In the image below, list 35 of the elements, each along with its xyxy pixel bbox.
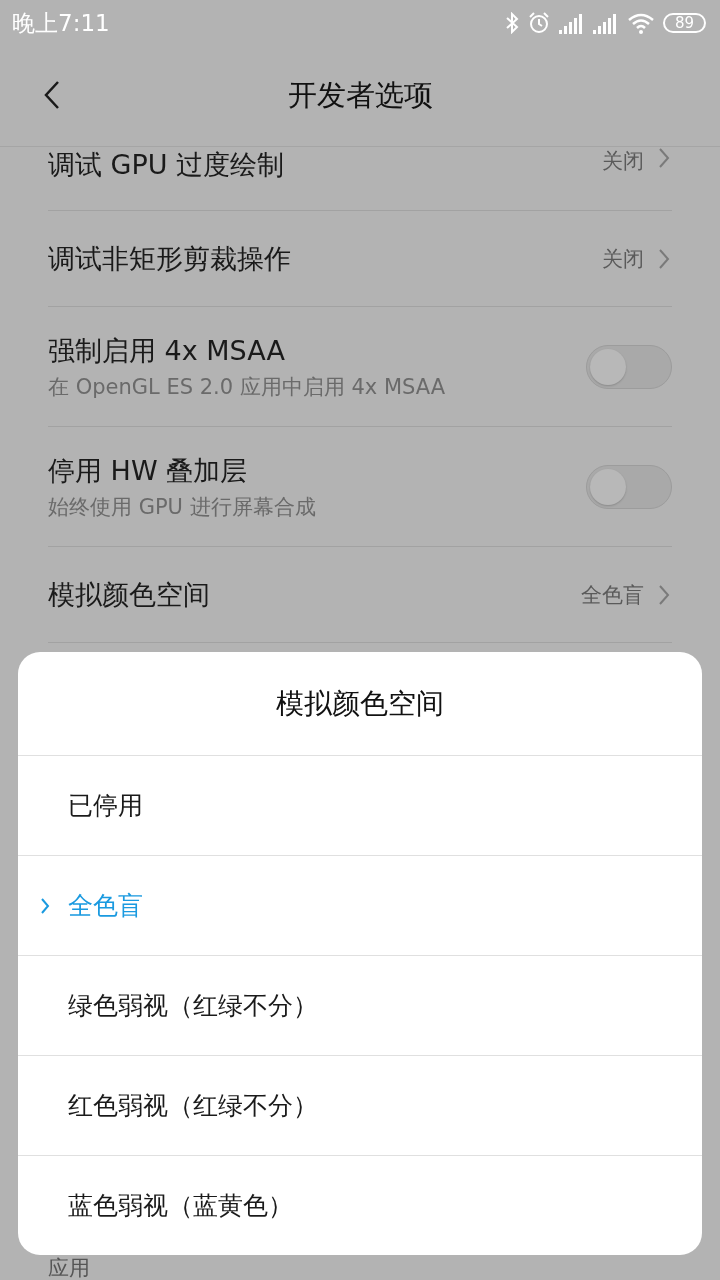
settings-row[interactable]: 模拟颜色空间 全色盲 xyxy=(48,547,672,643)
option-item[interactable]: 蓝色弱视（蓝黄色） xyxy=(18,1156,702,1255)
toggle-switch[interactable] xyxy=(586,464,672,509)
setting-value: 关闭 xyxy=(602,245,644,273)
setting-title: 强制启用 4x MSAA xyxy=(48,333,286,368)
settings-row[interactable]: 调试非矩形剪裁操作 关闭 xyxy=(48,211,672,307)
back-icon xyxy=(44,80,60,110)
setting-title: 调试 GPU 过度绘制 xyxy=(48,148,286,182)
wifi-icon xyxy=(626,12,655,34)
chevron-icon xyxy=(658,147,670,169)
signal-icon xyxy=(592,12,619,34)
setting-value: 关闭 xyxy=(602,148,644,175)
setting-description: 始终使用 GPU 进行屏幕合成 xyxy=(48,493,317,521)
settings-row[interactable]: 调试 GPU 过度绘制 关闭 xyxy=(48,147,672,211)
dialog-title: 模拟颜色空间 xyxy=(18,652,702,756)
settings-row[interactable]: 停用 HW 叠加层 始终使用 GPU 进行屏幕合成 xyxy=(48,427,672,547)
chevron-icon xyxy=(658,583,670,606)
setting-title: 模拟颜色空间 xyxy=(48,577,211,612)
option-item[interactable]: 已停用 xyxy=(18,756,702,856)
setting-title: 调试非矩形剪裁操作 xyxy=(48,241,292,276)
chevron-icon xyxy=(40,897,50,915)
signal-icon xyxy=(558,12,585,34)
chevron-icon xyxy=(658,247,670,270)
status-time: 晚上7:11 xyxy=(12,8,110,38)
toggle-switch[interactable] xyxy=(586,344,672,389)
setting-title: 停用 HW 叠加层 xyxy=(48,453,249,488)
section-label: 应用 xyxy=(48,1256,91,1280)
setting-value: 全色盲 xyxy=(581,581,644,609)
settings-row[interactable]: 强制启用 4x MSAA 在 OpenGL ES 2.0 应用中启用 4x MSAA xyxy=(48,307,672,427)
battery-indicator: 89 xyxy=(662,13,706,33)
setting-description: 在 OpenGL ES 2.0 应用中启用 4x MSAA xyxy=(48,373,447,401)
option-item[interactable]: 红色弱视（红绿不分） xyxy=(18,1056,702,1156)
page-title: 开发者选项 xyxy=(287,77,433,114)
option-item[interactable]: 绿色弱视（红绿不分） xyxy=(18,956,702,1056)
bluetooth-icon xyxy=(504,12,519,34)
